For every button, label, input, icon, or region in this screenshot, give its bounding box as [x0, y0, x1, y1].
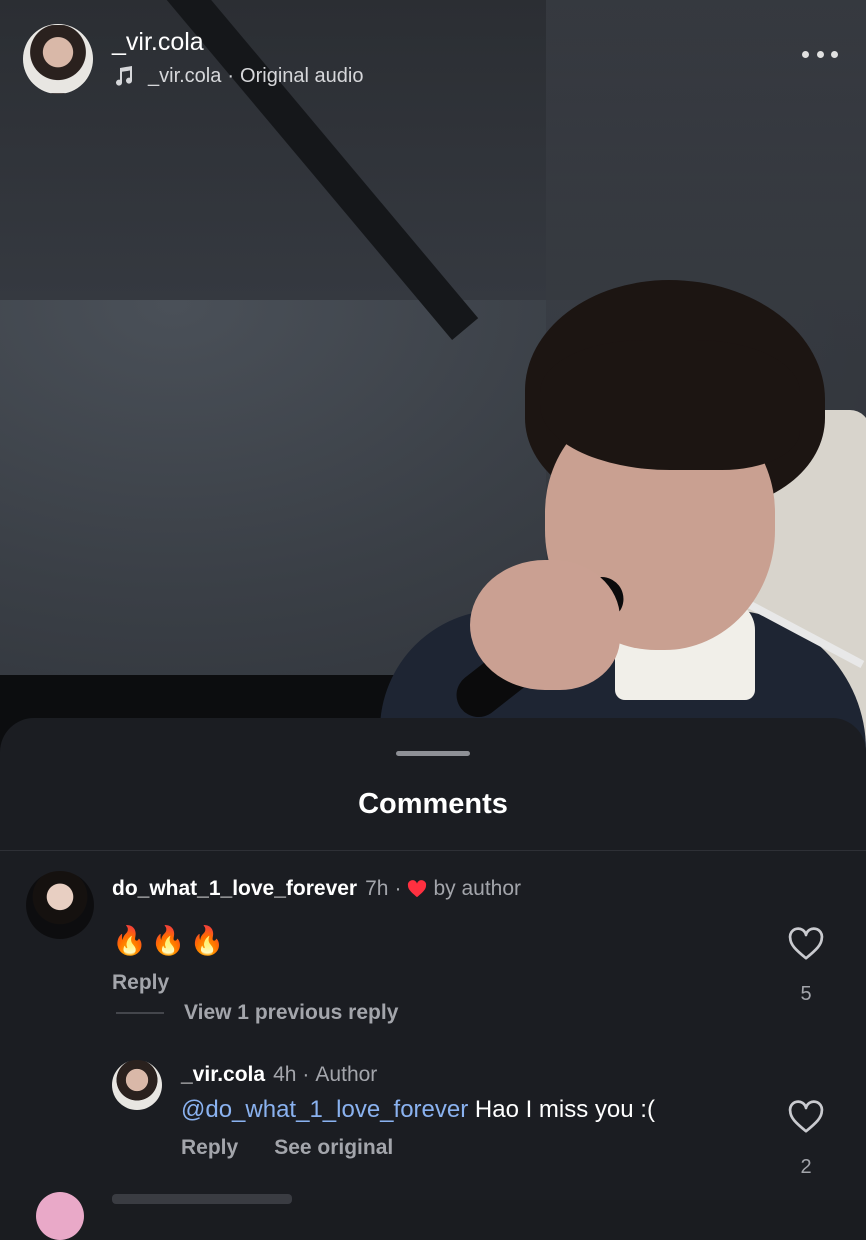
sheet-title: Comments [358, 788, 508, 820]
liked-by-author: by author [433, 877, 522, 900]
reply-button[interactable]: Reply [112, 971, 169, 995]
sheet-grabber[interactable] [396, 751, 470, 756]
comment-time: 7h [365, 877, 389, 900]
reply-actions: Reply See original [181, 1136, 393, 1160]
divider [0, 850, 866, 851]
person-image [380, 280, 866, 760]
comment-separator: · [394, 877, 402, 900]
reply-time: 4h [273, 1063, 297, 1086]
more-dot [802, 50, 809, 58]
comment-header: do_what_1_love_forever 7h · by author [112, 877, 521, 901]
author-badge: Author [315, 1063, 378, 1086]
reply-username[interactable]: _vir.cola [181, 1063, 265, 1087]
reel-header: _vir.cola _vir.cola · Original audio [0, 0, 866, 110]
commenter-avatar[interactable] [26, 871, 94, 939]
author-username[interactable]: _vir.cola [112, 28, 204, 57]
heart-icon [408, 880, 427, 898]
reply-separator: · [302, 1063, 310, 1086]
like-count: 5 [800, 983, 812, 1005]
more-dot [831, 50, 838, 58]
more-dot [816, 50, 824, 58]
next-comment-avatar[interactable] [36, 1192, 84, 1240]
like-button[interactable]: 5 [786, 927, 826, 1006]
hand [470, 560, 620, 690]
like-button[interactable]: 2 [786, 1100, 826, 1179]
more-icon[interactable] [802, 44, 838, 64]
reply-text: @do_what_1_love_forever Hao I miss you :… [181, 1096, 655, 1124]
audio-separator: · [227, 64, 235, 87]
view-previous-replies[interactable]: View 1 previous reply [116, 1001, 398, 1025]
audio-info[interactable]: _vir.cola · Original audio [112, 64, 363, 88]
thread-line [116, 1012, 164, 1014]
see-original-button[interactable]: See original [274, 1136, 393, 1160]
reply-header: _vir.cola 4h · Author [181, 1063, 377, 1087]
audio-owner: _vir.cola [148, 64, 222, 87]
heart-outline-icon [788, 927, 824, 960]
comment-text: 🔥🔥🔥 [112, 925, 229, 956]
music-note-icon [116, 66, 133, 86]
reel-video[interactable] [0, 0, 866, 760]
view-replies-label: View 1 previous reply [184, 1001, 399, 1024]
heart-outline-icon [788, 1100, 824, 1133]
fringe [540, 340, 800, 470]
author-avatar[interactable] [23, 24, 93, 94]
audio-title: Original audio [240, 64, 364, 87]
next-comment-header [112, 1194, 292, 1204]
like-count: 2 [800, 1156, 812, 1178]
reply-avatar[interactable] [112, 1060, 162, 1110]
reply-button[interactable]: Reply [181, 1136, 238, 1160]
mention-link[interactable]: @do_what_1_love_forever [181, 1096, 468, 1123]
reply-body: Hao I miss you :( [468, 1096, 655, 1123]
comment-username[interactable]: do_what_1_love_forever [112, 877, 357, 901]
comments-sheet: Comments do_what_1_love_forever 7h · by … [0, 718, 866, 1240]
